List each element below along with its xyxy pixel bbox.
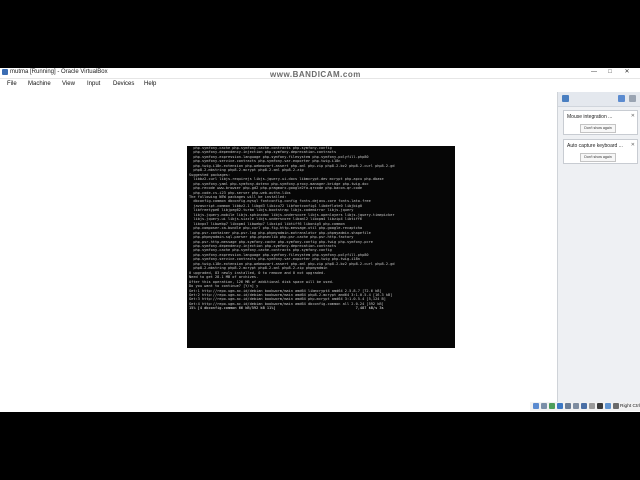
notice-title: Mouse integration ... [567,114,613,120]
hard-disk-icon[interactable] [533,403,539,409]
notice-close-icon[interactable]: ✕ [631,142,635,148]
window-title: mutma [Running] - Oracle VirtualBox [10,69,108,75]
vm-console-screen[interactable]: php-symfony-cache php-symfony-cache-cont… [187,146,455,348]
recording-watermark: www.BANDICAM.com [270,70,361,79]
keyboard-capture-notice: Auto capture keyboard ... ✕ Don't show a… [563,139,638,164]
dont-show-again-button[interactable]: Don't show again [580,153,616,162]
notification-side-panel: Mouse integration ... ✕ Don't show again… [557,92,640,402]
cpu-icon[interactable] [597,403,603,409]
dont-show-again-button[interactable]: Don't show again [580,124,616,133]
keyboard-icon[interactable] [613,403,619,409]
close-button[interactable]: ✕ [621,68,633,77]
minimize-button[interactable]: — [588,68,600,77]
mouse-integration-notice: Mouse integration ... ✕ Don't show again [563,110,638,135]
menu-file[interactable]: File [7,79,17,90]
menu-help[interactable]: Help [144,79,156,90]
virtualbox-app-icon [2,69,8,75]
display-icon[interactable] [581,403,587,409]
menu-bar: File Machine View Input Devices Help [0,79,640,90]
host-key-label: Right Ctrl [620,404,640,409]
menu-devices[interactable]: Devices [113,79,134,90]
notification-panel-toolbar [558,92,640,107]
audio-icon[interactable] [549,403,555,409]
terminal-line: 15% [4 dbconfig-common 66 kB/592 kB 11%]… [189,306,384,311]
shared-folders-icon[interactable] [573,403,579,409]
panel-close-icon[interactable] [629,95,636,102]
menu-input[interactable]: Input [87,79,100,90]
panel-pin-icon[interactable] [618,95,625,102]
network-icon[interactable] [557,403,563,409]
mouse-integration-icon[interactable] [605,403,611,409]
recording-icon[interactable] [589,403,595,409]
usb-icon[interactable] [565,403,571,409]
menu-view[interactable]: View [62,79,75,90]
optical-drive-icon[interactable] [541,403,547,409]
maximize-button[interactable]: □ [604,68,616,77]
notice-title: Auto capture keyboard ... [567,143,623,149]
notice-close-icon[interactable]: ✕ [631,113,635,119]
menu-machine[interactable]: Machine [28,79,51,90]
notification-center-icon[interactable] [562,95,569,102]
